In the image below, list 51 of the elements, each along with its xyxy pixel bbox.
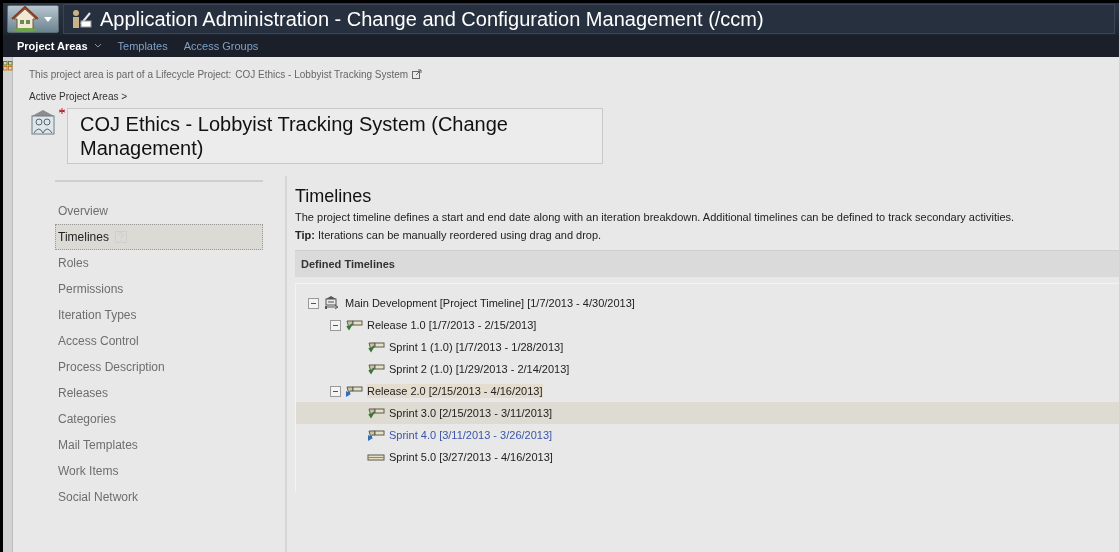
sidebar-item[interactable]: Overview <box>55 198 263 224</box>
lifecycle-note: This project area is part of a Lifecycle Project: <box>29 68 232 80</box>
timeline-node[interactable]: Sprint 2 (1.0) [1/29/2013 - 2/14/2013] <box>389 362 570 376</box>
sidebar-item[interactable]: Mail Templates <box>55 432 263 458</box>
tip-label: Tip: <box>295 229 315 241</box>
sidebar-item[interactable]: Timelines <box>55 224 263 250</box>
section-title: Timelines <box>295 186 373 207</box>
collapse-icon[interactable] <box>330 385 341 397</box>
timeline-node[interactable]: Release 2.0 [2/15/2013 - 4/16/2013] <box>367 384 543 398</box>
section-description: The project timeline defines a start and end date along with an iteration breakdown. Additional timelines can be defined to track secondary activities. <box>295 211 1016 223</box>
breadcrumb[interactable]: Active Project Areas > <box>29 91 1119 102</box>
house-icon <box>10 6 40 32</box>
nav-tab[interactable]: Project Areas <box>17 40 102 52</box>
collapse-icon[interactable] <box>308 297 319 309</box>
panel-title: Defined Timelines <box>301 258 395 270</box>
window-title: Application Administration - Change and Configuration Management (/ccm) <box>100 7 764 31</box>
required-marker-icon <box>59 108 65 114</box>
iteration-active-icon <box>367 428 385 442</box>
admin-tools-icon <box>70 8 92 30</box>
collapse-icon[interactable] <box>330 319 341 331</box>
nav-tab[interactable]: Templates <box>117 40 168 52</box>
sidebar-item[interactable]: Permissions <box>55 276 263 302</box>
caret-icon <box>93 43 102 49</box>
sidebar-item[interactable]: Roles <box>55 250 263 276</box>
lifecycle-project-link[interactable]: COJ Ethics - Lobbyist Tracking System <box>235 68 409 80</box>
external-link-icon[interactable] <box>412 69 423 79</box>
tip-text: Iterations can be manually reordered using drag and drop. <box>318 229 602 241</box>
timeline-node[interactable]: Sprint 1 (1.0) [1/7/2013 - 1/28/2013] <box>389 340 564 354</box>
timeline-node[interactable]: Sprint 4.0 [3/11/2013 - 3/26/2013] <box>389 428 553 442</box>
sidebar-item[interactable]: Process Description <box>55 354 263 380</box>
sidebar-item[interactable]: Releases <box>55 380 263 406</box>
sidebar-item[interactable]: Access Control <box>55 328 263 354</box>
iteration-active-icon <box>345 384 363 398</box>
sidebar-item[interactable]: Work Items <box>55 458 263 484</box>
iteration-done-icon <box>367 340 385 354</box>
grid-icon[interactable] <box>3 61 13 71</box>
timeline-icon <box>323 295 341 311</box>
iteration-done-icon <box>367 362 385 376</box>
home-button[interactable] <box>7 5 59 33</box>
timeline-node[interactable]: Main Development [Project Timeline] [1/7/2013 - 4/30/2013] <box>345 296 635 310</box>
sidebar-item[interactable]: Categories <box>55 406 263 432</box>
project-name-field[interactable]: COJ Ethics - Lobbyist Tracking System (Change Management) <box>67 108 603 164</box>
iteration-done-icon <box>345 318 363 332</box>
sidebar-item[interactable]: Social Network <box>55 484 263 510</box>
sidebar-item[interactable]: Iteration Types <box>55 302 263 328</box>
timeline-node[interactable]: Sprint 5.0 [3/27/2013 - 4/16/2013] <box>389 450 553 464</box>
nav-tab[interactable]: Access Groups <box>183 40 259 52</box>
timeline-node[interactable]: Sprint 3.0 [2/15/2013 - 3/11/2013] <box>389 406 553 420</box>
project-area-icon <box>29 108 57 138</box>
iteration-done-icon <box>367 406 385 420</box>
timeline-node[interactable]: Release 1.0 [1/7/2013 - 2/15/2013] <box>367 318 537 332</box>
